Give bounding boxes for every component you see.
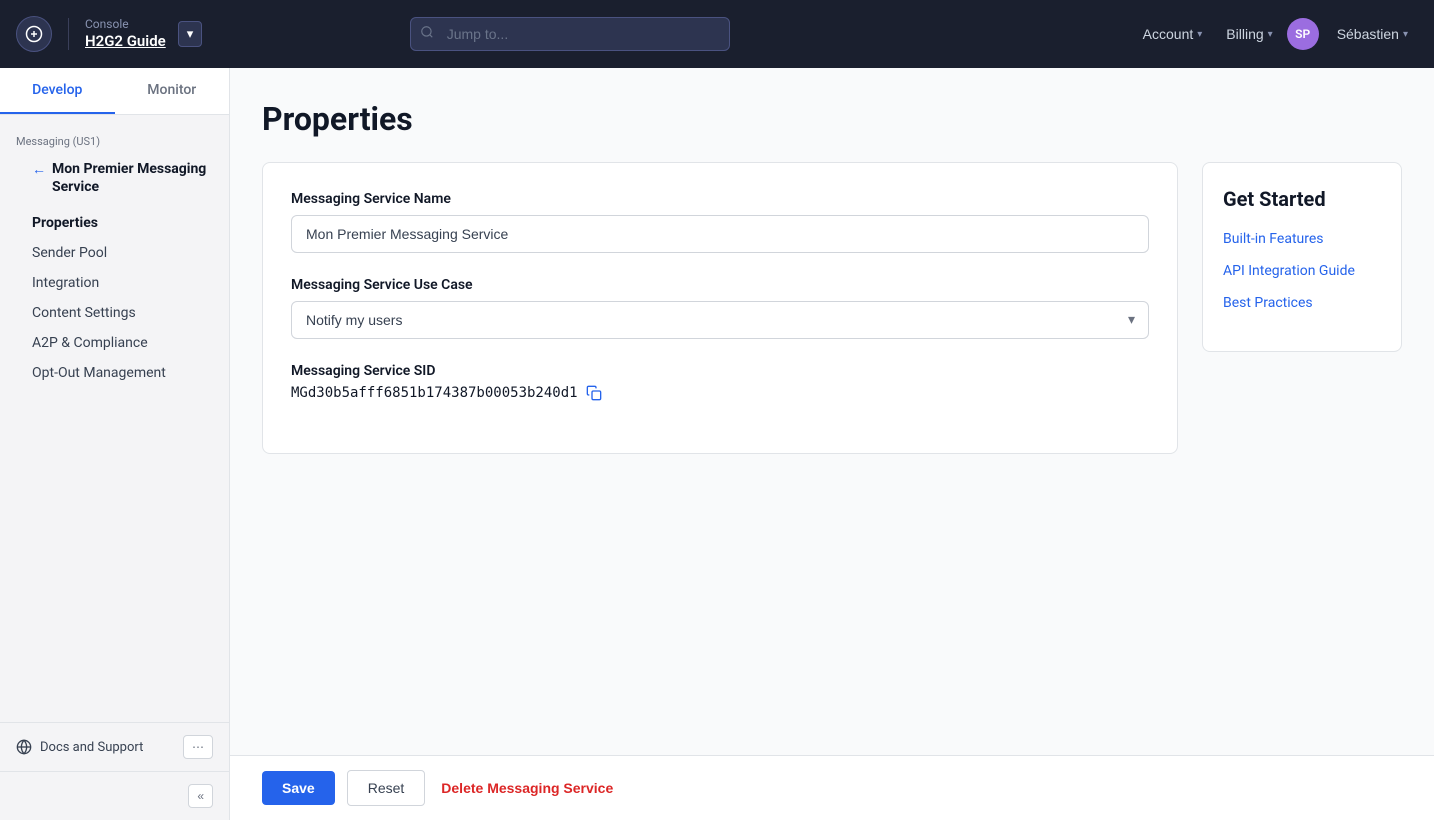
bottom-action-bar: Save Reset Delete Messaging Service: [230, 755, 1434, 820]
best-practices-link[interactable]: Best Practices: [1223, 295, 1381, 311]
sidebar-navigation: Messaging (US1) ← Mon Premier Messaging …: [0, 115, 229, 722]
sid-field-group: Messaging Service SID MGd30b5afff6851b17…: [291, 363, 1149, 401]
sid-value-row: MGd30b5afff6851b174387b00053b240d1: [291, 385, 1149, 401]
main-layout: Develop Monitor Messaging (US1) ← Mon Pr…: [0, 68, 1434, 820]
content-area: Properties Messaging Service Name Messag…: [230, 68, 1434, 820]
search-input[interactable]: [410, 17, 730, 51]
properties-card: Messaging Service Name Messaging Service…: [262, 162, 1178, 454]
docs-support-link[interactable]: Docs and Support: [16, 739, 143, 755]
sidebar-item-sender-pool[interactable]: Sender Pool: [0, 238, 229, 268]
topnav-right: Account ▾ Billing ▾ SP Sébastien ▾: [1133, 18, 1418, 50]
sid-value-text: MGd30b5afff6851b174387b00053b240d1: [291, 385, 578, 401]
project-switcher-button[interactable]: ▾: [178, 21, 203, 47]
built-in-features-link[interactable]: Built-in Features: [1223, 231, 1381, 247]
back-arrow-icon: ←: [32, 161, 46, 179]
sidebar: Develop Monitor Messaging (US1) ← Mon Pr…: [0, 68, 230, 820]
search-icon: [420, 25, 434, 43]
delete-messaging-service-button[interactable]: Delete Messaging Service: [437, 771, 617, 805]
console-label: Console: [85, 18, 166, 30]
project-name[interactable]: H2G2 Guide: [85, 32, 166, 50]
sidebar-item-opt-out[interactable]: Opt-Out Management: [0, 358, 229, 388]
tab-monitor[interactable]: Monitor: [115, 68, 230, 114]
user-avatar: SP: [1287, 18, 1319, 50]
tab-develop[interactable]: Develop: [0, 68, 115, 114]
service-name-field-group: Messaging Service Name: [291, 191, 1149, 253]
use-case-select-wrapper: Notify my users Marketing Customer Care …: [291, 301, 1149, 339]
more-options-button[interactable]: ⋯: [183, 735, 213, 759]
get-started-title: Get Started: [1223, 187, 1381, 211]
collapse-sidebar-button[interactable]: «: [188, 784, 213, 808]
sidebar-service-name[interactable]: ← Mon Premier Messaging Service: [0, 156, 229, 208]
use-case-label: Messaging Service Use Case: [291, 277, 1149, 293]
user-menu-button[interactable]: Sébastien ▾: [1327, 20, 1418, 48]
api-integration-guide-link[interactable]: API Integration Guide: [1223, 263, 1381, 279]
service-name-input[interactable]: [291, 215, 1149, 253]
reset-button[interactable]: Reset: [347, 770, 426, 806]
account-menu-button[interactable]: Account ▾: [1133, 20, 1213, 48]
app-logo[interactable]: [16, 16, 52, 52]
sidebar-item-a2p-compliance[interactable]: A2P & Compliance: [0, 328, 229, 358]
billing-menu-button[interactable]: Billing ▾: [1216, 20, 1282, 48]
sidebar-item-properties[interactable]: Properties: [0, 208, 229, 238]
service-name-label: Messaging Service Name: [291, 191, 1149, 207]
sidebar-collapse-bottom: «: [0, 771, 229, 820]
sidebar-footer: Docs and Support ⋯: [0, 722, 229, 771]
page-title: Properties: [262, 100, 1402, 138]
globe-icon: [16, 739, 32, 755]
sidebar-item-integration[interactable]: Integration: [0, 268, 229, 298]
nav-divider: [68, 18, 69, 50]
use-case-field-group: Messaging Service Use Case Notify my use…: [291, 277, 1149, 339]
sid-label: Messaging Service SID: [291, 363, 1149, 379]
sidebar-item-content-settings[interactable]: Content Settings: [0, 298, 229, 328]
copy-icon: [586, 385, 602, 401]
content-grid: Messaging Service Name Messaging Service…: [262, 162, 1402, 454]
get-started-card: Get Started Built-in Features API Integr…: [1202, 162, 1402, 352]
save-button[interactable]: Save: [262, 771, 335, 805]
copy-sid-button[interactable]: [586, 385, 602, 401]
use-case-select[interactable]: Notify my users Marketing Customer Care …: [291, 301, 1149, 339]
sidebar-tabs: Develop Monitor: [0, 68, 229, 115]
top-navigation: Console H2G2 Guide ▾ Account ▾ Billing ▾…: [0, 0, 1434, 68]
search-bar: [410, 17, 730, 51]
sidebar-section-label: Messaging (US1): [0, 131, 229, 156]
